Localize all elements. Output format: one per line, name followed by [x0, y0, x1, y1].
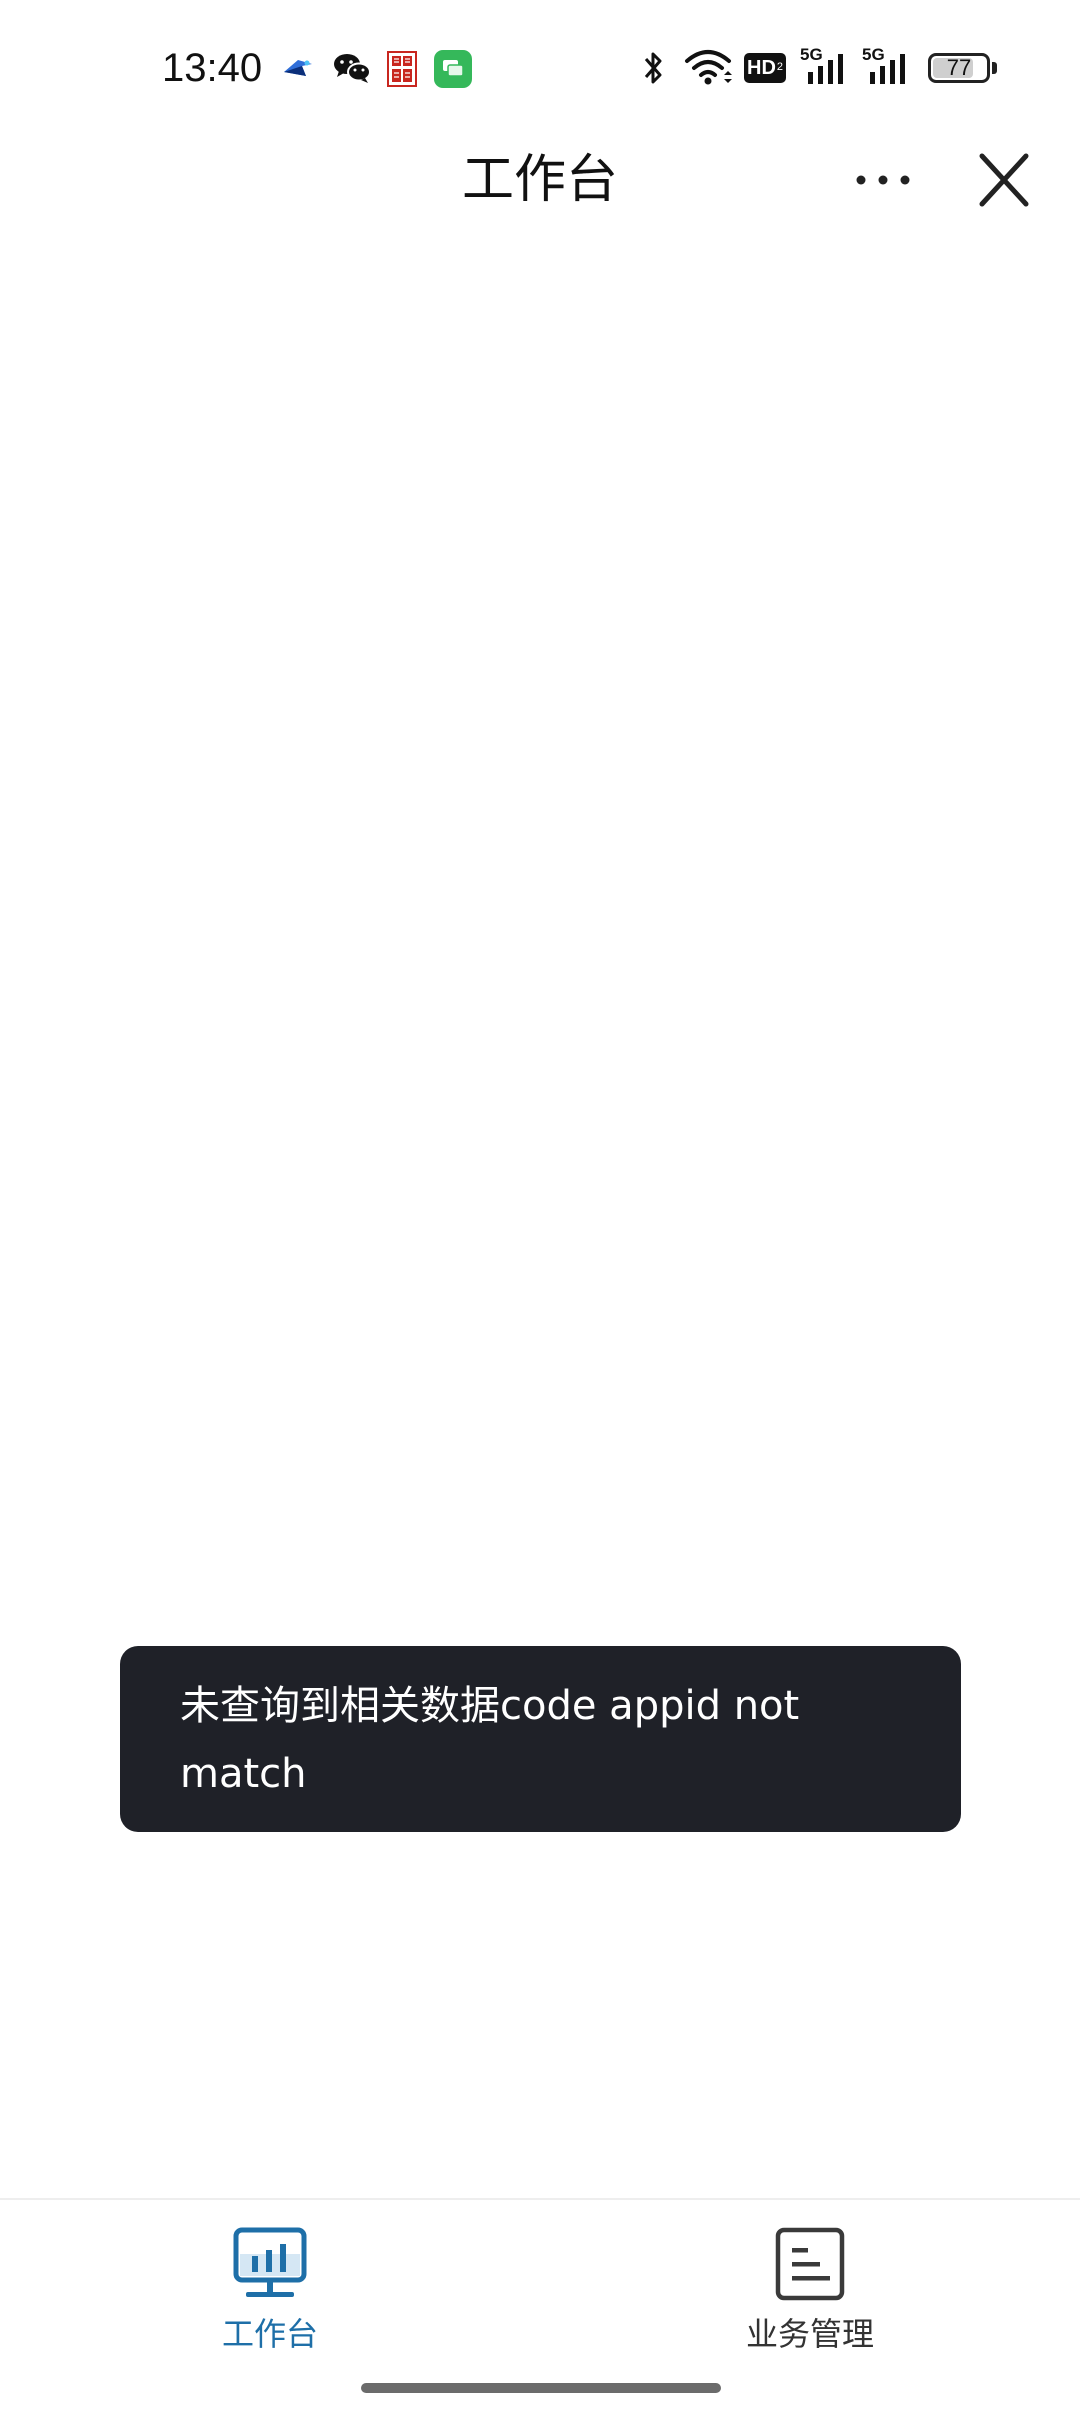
battery-percentage: 77 — [946, 55, 972, 80]
workbench-chart-icon — [233, 2227, 307, 2297]
toast-text: 未查询到相关数据code appid not match — [180, 1683, 800, 1797]
signal-5g-icon: 5G — [800, 46, 852, 86]
red-seal-app-icon — [387, 51, 417, 87]
tab-workbench-label: 工作台 — [221, 2315, 318, 2353]
bottom-tab-bar: 工作台 业务管理 — [0, 2198, 1080, 2412]
content-area — [0, 220, 1080, 2198]
more-options-button[interactable] — [850, 152, 916, 208]
toast-message: 未查询到相关数据code appid not match — [120, 1646, 961, 1832]
tab-workbench[interactable]: 工作台 — [70, 2200, 470, 2370]
wifi-icon — [685, 50, 732, 85]
hd-voice-sub: 2 — [776, 61, 783, 73]
document-list-icon — [775, 2227, 845, 2301]
battery-tip — [992, 62, 997, 74]
tab-business-management[interactable]: 业务管理 — [610, 2200, 1010, 2370]
status-time: 13:40 — [162, 46, 263, 90]
messages-icon — [434, 50, 472, 88]
close-icon — [979, 153, 1029, 207]
more-dots-icon — [856, 175, 910, 185]
home-indicator[interactable] — [361, 2383, 721, 2393]
hd-voice-label: HD — [747, 57, 776, 79]
battery-icon: 77 — [928, 53, 990, 83]
signal-5g-icon: 5G — [862, 46, 914, 86]
bluetooth-icon — [644, 52, 662, 84]
wechat-icon — [334, 54, 371, 83]
bird-app-icon — [284, 60, 312, 76]
hd-voice-icon: HD 2 — [744, 53, 786, 83]
close-button[interactable] — [970, 150, 1036, 210]
page-title: 工作台 — [461, 150, 618, 210]
title-bar: 工作台 — [0, 140, 1080, 220]
status-bar: 13:40 HD 2 5G 5G 77 — [0, 0, 1080, 140]
tab-business-management-label: 业务管理 — [745, 2315, 874, 2353]
